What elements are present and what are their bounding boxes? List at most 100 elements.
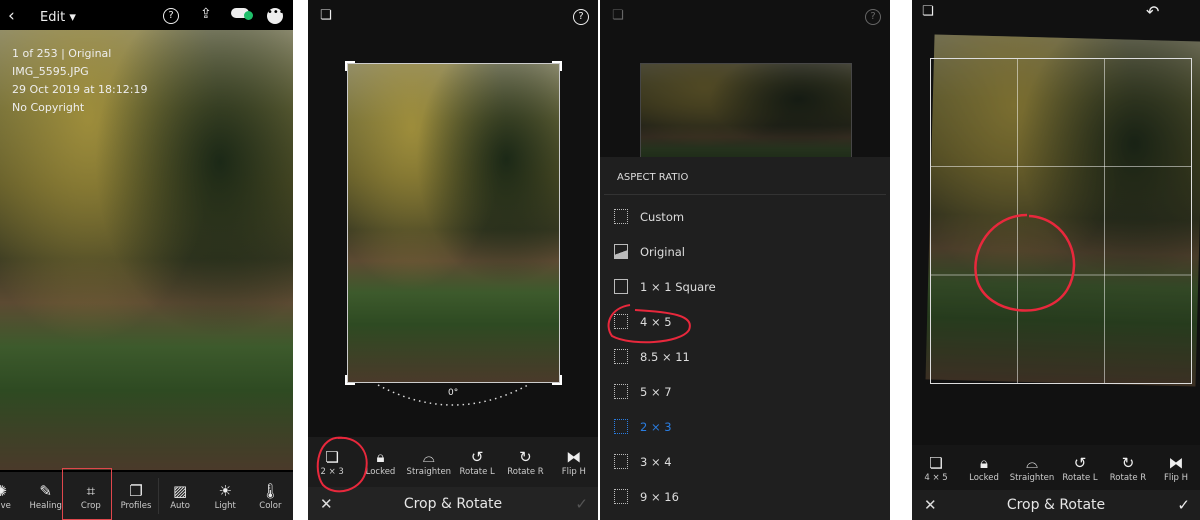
- aspect-option[interactable]: 5 × 7: [600, 374, 890, 409]
- help-icon[interactable]: ?: [163, 8, 179, 24]
- rotate-left-button[interactable]: ↺ Rotate L: [454, 447, 500, 477]
- tool-auto[interactable]: ▨ Auto: [158, 481, 203, 511]
- straighten-icon: ⌓: [422, 448, 435, 466]
- aspect-option-label: 1 × 1 Square: [640, 279, 716, 294]
- aspect-toggle-icon[interactable]: ❏: [922, 4, 934, 19]
- rotate-right-icon: ↻: [519, 448, 532, 466]
- lock-icon: 🔒︎: [980, 453, 988, 472]
- crop-screen: ❏ ? 0° ❏ 2 × 3 🔒︎ Locked ⌓ Straighten ↺ Rota…: [308, 0, 598, 520]
- aspect-toggle-icon[interactable]: ❏: [320, 8, 332, 23]
- crop-handle[interactable]: [345, 375, 355, 385]
- crop-highlight-box: [62, 468, 112, 520]
- crop-result-screen: ❏ ↶ ❏ 4 × 5 🔒︎ Locked ⌓ Straighten ↺ Rotate …: [912, 0, 1200, 520]
- help-icon[interactable]: ?: [865, 9, 881, 25]
- more-icon[interactable]: •••: [267, 8, 285, 24]
- aspect-ratio-icon: [614, 454, 628, 469]
- aspect-ratio-screen: ❏ ? ASPECT RATIO Custom Original 1 × 1 Squ…: [600, 0, 890, 520]
- tool-light[interactable]: ☀ Light: [203, 481, 248, 511]
- straighten-button[interactable]: ⌓ Straighten: [406, 447, 452, 477]
- rotate-right-button[interactable]: ↻ Rotate R: [1105, 453, 1151, 483]
- aspect-icon: ❏: [929, 453, 943, 472]
- tool-label: Profiles: [120, 501, 152, 511]
- aspect-ratio-icon: [614, 349, 628, 364]
- aspect-ratio-icon: [614, 384, 628, 399]
- tool-label: Healing: [29, 501, 62, 511]
- tool-label: Rotate R: [1109, 472, 1147, 483]
- annotation-circle: [607, 304, 691, 344]
- aspect-option[interactable]: 1 × 1 Square: [600, 269, 890, 304]
- share-icon[interactable]: ⇪: [200, 6, 212, 22]
- crop-handle[interactable]: [552, 375, 562, 385]
- rotate-right-button[interactable]: ↻ Rotate R: [502, 447, 548, 477]
- rotate-left-icon: ↺: [470, 448, 484, 466]
- aspect-ratio-icon: [614, 279, 628, 294]
- rotate-left-button[interactable]: ↺ Rotate L: [1057, 453, 1103, 483]
- lock-button[interactable]: 🔒︎ Locked: [961, 453, 1007, 483]
- aspect-option-label: 5 × 7: [640, 384, 672, 399]
- cloud-sync-icon[interactable]: [231, 8, 253, 20]
- straighten-button[interactable]: ⌓ Straighten: [1009, 453, 1055, 483]
- tool-label: Flip H: [1163, 472, 1189, 483]
- annotation-circle: [974, 213, 1076, 312]
- crop-title: Crop & Rotate: [1006, 497, 1106, 513]
- tool-label: 4 × 5: [924, 472, 948, 483]
- crop-photo[interactable]: [347, 63, 560, 383]
- selective-icon: ✺: [0, 482, 7, 500]
- tool-label: ctive: [0, 501, 11, 511]
- color-icon: 🌡︎: [260, 482, 280, 500]
- aspect-option[interactable]: 2 × 3: [600, 409, 890, 444]
- help-icon[interactable]: ?: [573, 9, 589, 25]
- tool-label: Rotate L: [1062, 472, 1098, 483]
- back-icon[interactable]: ‹: [8, 6, 15, 26]
- aspect-ratio-heading: ASPECT RATIO: [604, 157, 886, 195]
- light-icon: ☀: [218, 482, 232, 500]
- crop-bottom-bar: ✕ Crop & Rotate ✓: [912, 490, 1200, 520]
- aspect-ratio-icon: [614, 244, 628, 259]
- edit-menu[interactable]: Edit ▾: [40, 10, 76, 25]
- photo: [0, 30, 293, 470]
- tool-label: Color: [259, 501, 282, 511]
- profiles-icon: ❐: [129, 482, 143, 500]
- aspect-ratio-icon: [614, 489, 628, 504]
- tool-color[interactable]: 🌡︎ Color: [248, 481, 293, 511]
- aspect-option-label: Custom: [640, 209, 685, 224]
- crop-handle[interactable]: [345, 61, 355, 71]
- aspect-option[interactable]: 9 × 16: [600, 479, 890, 514]
- aspect-ratio-icon: [614, 419, 628, 434]
- aspect-option-label: 2 × 3: [640, 419, 672, 434]
- edit-toolbar: ✺ctive ✎Healing ⌗Crop ❐Profiles ▨Auto ☀L…: [0, 472, 293, 520]
- close-icon[interactable]: ✕: [924, 496, 937, 514]
- aspect-toggle-icon[interactable]: ❏: [612, 8, 624, 23]
- aspect-option-label: 9 × 16: [640, 489, 679, 504]
- aspect-ratio-icon: [614, 209, 628, 224]
- edit-label: Edit: [40, 10, 66, 25]
- tool-label: Auto: [170, 501, 190, 511]
- check-icon[interactable]: ✓: [575, 495, 588, 513]
- tool-label: Rotate L: [459, 467, 495, 477]
- tool-label: Rotate R: [507, 467, 544, 477]
- crop-title: Crop & Rotate: [403, 495, 503, 512]
- flip-icon: ⧓: [566, 448, 582, 466]
- rotate-left-icon: ↺: [1073, 453, 1087, 472]
- aspect-button[interactable]: ❏ 4 × 5: [913, 453, 959, 483]
- crop-handle[interactable]: [552, 61, 562, 71]
- tool-profiles[interactable]: ❐ Profiles: [113, 481, 158, 511]
- flip-button[interactable]: ⧓ Flip H: [551, 447, 597, 477]
- crop-toolbar: ❏ 4 × 5 🔒︎ Locked ⌓ Straighten ↺ Rotate L ↻ R…: [912, 445, 1200, 490]
- aspect-option[interactable]: Custom: [600, 199, 890, 234]
- aspect-option[interactable]: Original: [600, 234, 890, 269]
- library-edit-screen: ‹ Edit ▾ ? ⇪ ••• 1 of 253 | Original IMG…: [0, 0, 293, 520]
- check-icon[interactable]: ✓: [1177, 496, 1190, 514]
- info-count: 1 of 253 | Original: [12, 47, 112, 60]
- tool-label: Locked: [969, 472, 999, 483]
- info-copyright: No Copyright: [12, 101, 85, 114]
- aspect-option[interactable]: 3 × 4: [600, 444, 890, 479]
- straighten-icon: ⌓: [1026, 453, 1038, 472]
- tool-selective[interactable]: ✺ctive: [0, 481, 23, 511]
- undo-icon[interactable]: ↶: [1146, 2, 1159, 21]
- tool-label: Straighten: [1009, 472, 1055, 483]
- flip-button[interactable]: ⧓ Flip H: [1153, 453, 1199, 483]
- info-filename: IMG_5595.JPG: [12, 65, 89, 78]
- aspect-option-label: Original: [640, 244, 686, 259]
- angle-readout: 0°: [448, 388, 459, 398]
